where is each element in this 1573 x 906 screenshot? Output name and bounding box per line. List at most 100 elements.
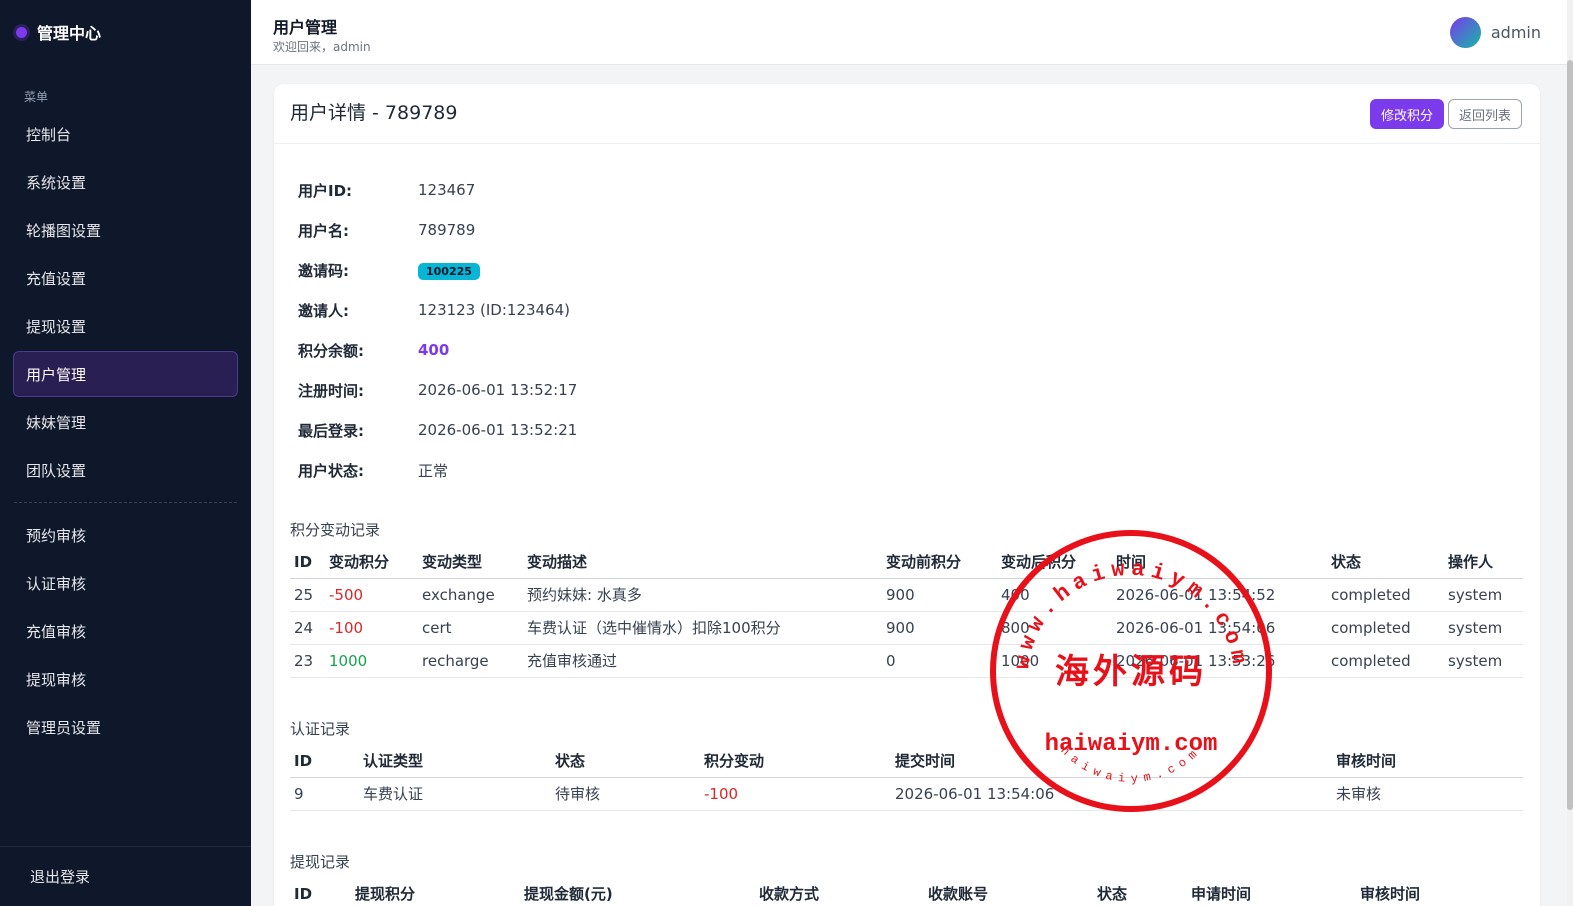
col-header: 收款账号 <box>924 878 1093 906</box>
table-row: 25 -500 exchange 预约妹妹: 水真多 900 400 2026-… <box>290 578 1523 612</box>
cert-log-table: ID 认证类型 状态 积分变动 提交时间 审核时间 9 车费认证 待审核 -10… <box>290 745 1523 811</box>
cell-before: 900 <box>882 578 997 612</box>
col-header: 收款方式 <box>755 878 924 906</box>
points-log-table: ID 变动积分 变动类型 变动描述 变动前积分 变动后积分 时间 状态 操作人 … <box>290 546 1523 678</box>
cell-change: 1000 <box>325 644 418 678</box>
edit-points-button[interactable]: 修改积分 <box>1370 99 1444 129</box>
cell-id: 9 <box>290 777 359 811</box>
balance-label: 积分余额: <box>298 341 364 360</box>
user-status-label: 用户状态: <box>298 461 364 480</box>
cell-type: exchange <box>418 578 523 612</box>
brand: 管理中心 <box>0 0 251 64</box>
user-detail-card: 用户详情 - 789789 修改积分 返回列表 用户ID: 123467 用户名… <box>274 84 1540 906</box>
col-header: 提现金额(元) <box>520 878 755 906</box>
col-header: 申请时间 <box>1187 878 1356 906</box>
nav-divider <box>14 502 237 503</box>
col-header: 积分变动 <box>700 745 891 778</box>
avatar[interactable] <box>1449 17 1481 48</box>
col-header: 变动类型 <box>418 546 523 579</box>
info-row-invite-code: 邀请码: 100225 <box>298 250 577 290</box>
sidebar-item-recharge-review[interactable]: 充值审核 <box>0 607 251 655</box>
back-to-list-button[interactable]: 返回列表 <box>1448 99 1522 129</box>
info-row-register-time: 注册时间: 2026-06-01 13:52:17 <box>298 370 577 410</box>
cell-time: 2026-06-01 13:53:26 <box>1112 644 1327 678</box>
sidebar-item-girls-management[interactable]: 妹妹管理 <box>0 398 251 446</box>
sidebar-item-carousel-settings[interactable]: 轮播图设置 <box>0 206 251 254</box>
info-row-user-id: 用户ID: 123467 <box>298 170 577 210</box>
withdraw-log-header-row: ID 提现积分 提现金额(元) 收款方式 收款账号 状态 申请时间 审核时间 <box>290 878 1523 906</box>
col-header: 状态 <box>1093 878 1187 906</box>
header-username[interactable]: admin <box>1491 23 1541 42</box>
col-header: 提现积分 <box>351 878 520 906</box>
col-header: ID <box>290 878 351 906</box>
sidebar-item-withdraw-settings[interactable]: 提现设置 <box>0 302 251 350</box>
username-value: 789789 <box>418 221 476 239</box>
top-header: 用户管理 欢迎回来，admin admin <box>251 0 1573 65</box>
user-info: 用户ID: 123467 用户名: 789789 邀请码: 100225 邀请人… <box>298 170 577 490</box>
sidebar-item-user-management[interactable]: 用户管理 <box>13 351 238 397</box>
sidebar-item-booking-review[interactable]: 预约审核 <box>0 511 251 559</box>
brand-title: 管理中心 <box>37 24 102 43</box>
cell-status: 待审核 <box>551 777 700 811</box>
col-header: 认证类型 <box>359 745 551 778</box>
col-header: 审核时间 <box>1356 878 1523 906</box>
info-row-username: 用户名: 789789 <box>298 210 577 250</box>
sidebar-item-cert-review[interactable]: 认证审核 <box>0 559 251 607</box>
cell-id: 23 <box>290 644 325 678</box>
cell-status: completed <box>1327 611 1444 645</box>
cell-type: recharge <box>418 644 523 678</box>
cell-change: -100 <box>700 777 891 811</box>
points-log-title: 积分变动记录 <box>290 521 381 539</box>
cell-time: 2026-06-01 13:54:52 <box>1112 578 1327 612</box>
cell-after: 400 <box>997 578 1112 612</box>
withdraw-log-title: 提现记录 <box>290 853 351 871</box>
info-row-last-login: 最后登录: 2026-06-01 13:52:21 <box>298 410 577 450</box>
cell-status: completed <box>1327 578 1444 612</box>
col-header: ID <box>290 546 325 579</box>
balance-value: 400 <box>418 341 450 359</box>
cell-time: 2026-06-01 13:54:06 <box>1112 611 1327 645</box>
col-header: 审核时间 <box>1332 745 1523 778</box>
col-header: 操作人 <box>1444 546 1523 579</box>
points-log-header-row: ID 变动积分 变动类型 变动描述 变动前积分 变动后积分 时间 状态 操作人 <box>290 546 1523 579</box>
cell-status: completed <box>1327 644 1444 678</box>
cert-log-header-row: ID 认证类型 状态 积分变动 提交时间 审核时间 <box>290 745 1523 778</box>
cell-operator: system <box>1444 611 1523 645</box>
info-row-balance: 积分余额: 400 <box>298 330 577 370</box>
user-id-value: 123467 <box>418 181 476 199</box>
cell-type: cert <box>418 611 523 645</box>
last-login-label: 最后登录: <box>298 421 364 440</box>
user-menu[interactable]: admin <box>1449 17 1541 48</box>
cert-log-title: 认证记录 <box>290 720 351 738</box>
table-row: 9 车费认证 待审核 -100 2026-06-01 13:54:06 未审核 <box>290 777 1523 811</box>
sidebar-item-team-settings[interactable]: 团队设置 <box>0 446 251 494</box>
cell-before: 900 <box>882 611 997 645</box>
info-row-status: 用户状态: 正常 <box>298 450 577 490</box>
sidebar-item-system-settings[interactable]: 系统设置 <box>0 158 251 206</box>
col-header: 提交时间 <box>891 745 1332 778</box>
register-time-label: 注册时间: <box>298 381 364 400</box>
col-header: 时间 <box>1112 546 1327 579</box>
register-time-value: 2026-06-01 13:52:17 <box>418 381 578 399</box>
sidebar-item-recharge-settings[interactable]: 充值设置 <box>0 254 251 302</box>
cell-desc: 预约妹妹: 水真多 <box>523 578 882 612</box>
sidebar-item-admin-settings[interactable]: 管理员设置 <box>0 703 251 751</box>
table-row: 24 -100 cert 车费认证（选中催情水）扣除100积分 900 800 … <box>290 611 1523 645</box>
user-status-value: 正常 <box>418 461 449 480</box>
table-row: 23 1000 recharge 充值审核通过 0 1000 2026-06-0… <box>290 644 1523 678</box>
scrollbar-thumb[interactable] <box>1567 60 1573 810</box>
withdraw-log-table: ID 提现积分 提现金额(元) 收款方式 收款账号 状态 申请时间 审核时间 <box>290 878 1523 906</box>
sidebar: 管理中心 菜单 控制台 系统设置 轮播图设置 充值设置 提现设置 用户管理 妹妹… <box>0 0 251 906</box>
cell-review-time: 未审核 <box>1332 777 1523 811</box>
cell-after: 1000 <box>997 644 1112 678</box>
cell-change: -500 <box>325 578 418 612</box>
page-title: 用户管理 <box>273 18 338 37</box>
info-row-inviter: 邀请人: 123123 (ID:123464) <box>298 290 577 330</box>
invite-code-label: 邀请码: <box>298 261 349 280</box>
logout-button[interactable]: 退出登录 <box>0 846 251 906</box>
sidebar-item-withdraw-review[interactable]: 提现审核 <box>0 655 251 703</box>
sidebar-item-dashboard[interactable]: 控制台 <box>0 110 251 158</box>
user-id-label: 用户ID: <box>298 181 353 200</box>
nav-list: 控制台 系统设置 轮播图设置 充值设置 提现设置 用户管理 妹妹管理 团队设置 <box>0 110 251 494</box>
username-label: 用户名: <box>298 221 349 240</box>
